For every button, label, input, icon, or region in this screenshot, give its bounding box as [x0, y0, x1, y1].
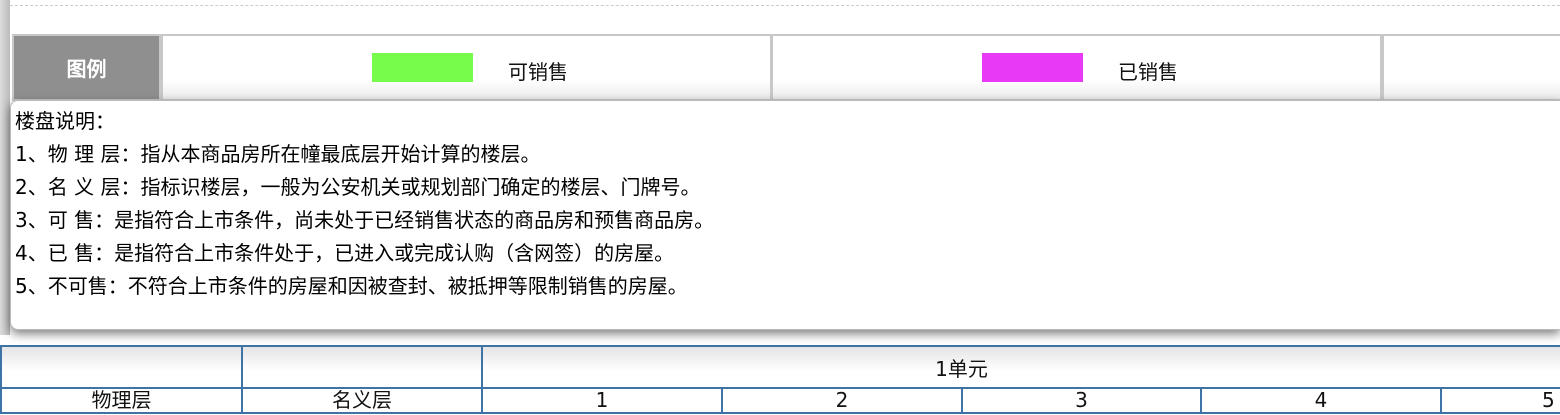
- empty-header: [0, 345, 243, 389]
- description-title: 楼盘说明：: [15, 109, 115, 133]
- description-line: 2、名 义 层：指标识楼层，一般为公安机关或规划部门确定的楼层、门牌号。: [15, 175, 701, 199]
- legend-label: 已销售: [1118, 60, 1178, 84]
- legend-item-available: 可销售: [163, 36, 770, 99]
- column-header: 2: [721, 387, 963, 414]
- column-header: 1: [481, 387, 723, 414]
- description-line: 3、可 售：是指符合上市条件，尚未处于已经销售状态的商品房和预售商品房。: [15, 208, 715, 232]
- unit-header: 1单元: [480, 345, 1560, 389]
- floor-table: 1单元 物理层 名义层 1 2 3 4 5: [0, 345, 1560, 414]
- legend-item-empty: [1384, 36, 1560, 99]
- legend-bar: 图例 可销售 已销售: [12, 34, 1560, 101]
- column-header-label: 5: [1542, 388, 1555, 412]
- description-line: 1、物 理 层：指从本商品房所在幢最底层开始计算的楼层。: [15, 142, 541, 166]
- description-line: 4、已 售：是指符合上市条件处于，已进入或完成认购（含网签）的房屋。: [15, 241, 675, 265]
- empty-header: [241, 345, 483, 389]
- legend-title: 图例: [14, 36, 159, 99]
- column-header: 4: [1200, 387, 1442, 414]
- column-header: 物理层: [0, 387, 243, 414]
- column-header: 名义层: [241, 387, 483, 414]
- column-header: 3: [961, 387, 1202, 414]
- scroll-edge: [0, 0, 10, 335]
- available-swatch: [372, 53, 473, 82]
- unit-label: 1单元: [935, 356, 988, 381]
- legend-item-sold: 已销售: [773, 36, 1380, 99]
- description-line: 5、不可售：不符合上市条件的房屋和因被查封、被抵押等限制销售的房屋。: [15, 274, 688, 298]
- divider: [10, 5, 1560, 6]
- sold-swatch: [982, 53, 1083, 82]
- column-header: 5: [1439, 387, 1560, 414]
- property-description: 楼盘说明： 1、物 理 层：指从本商品房所在幢最底层开始计算的楼层。 2、名 义…: [10, 100, 1560, 330]
- legend-label: 可销售: [508, 60, 568, 84]
